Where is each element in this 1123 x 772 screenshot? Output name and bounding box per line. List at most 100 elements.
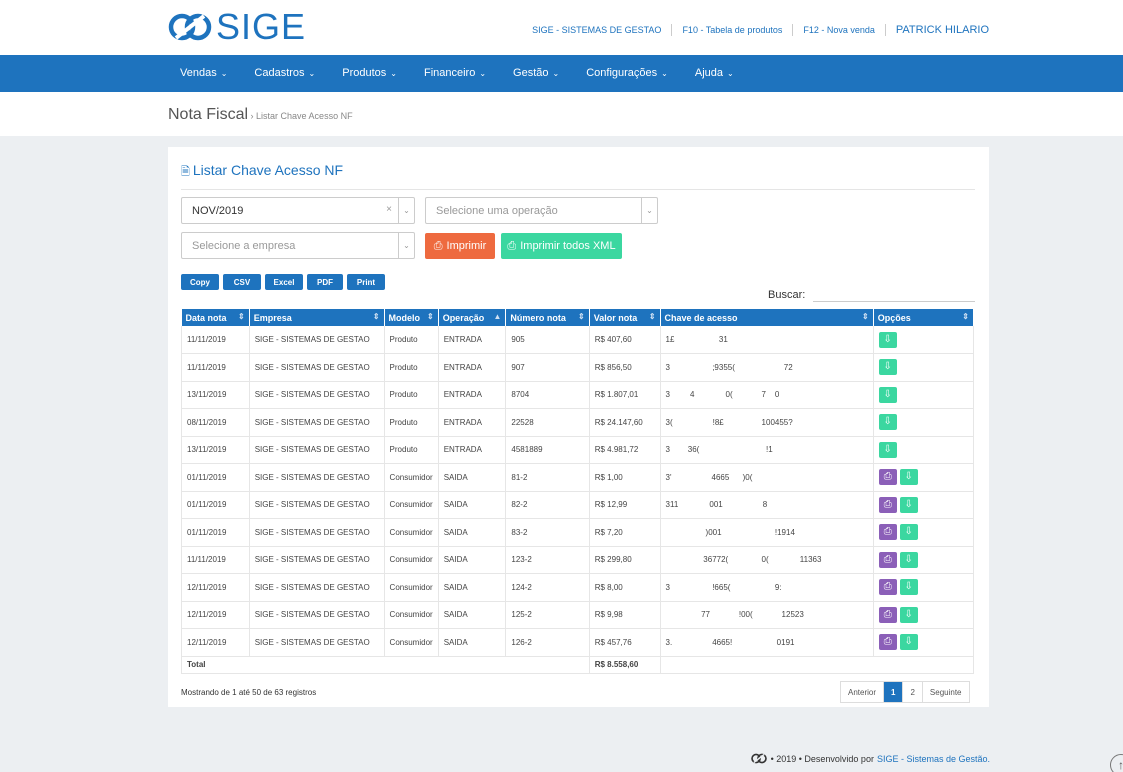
user-menu[interactable]: PATRICK HILARIO (896, 24, 989, 36)
document-icon: 🗎 (181, 166, 190, 178)
main-panel: 🗎 Listar Chave Acesso NF NOV/2019 × ⌄ Sel… (168, 147, 989, 707)
cell-data: 13/11/2019 (181, 436, 250, 464)
print-button[interactable]: ⎙ Imprimir (425, 233, 495, 259)
pager-page-1[interactable]: 1 (884, 682, 904, 702)
chevron-down-icon[interactable]: ⌄ (641, 198, 657, 223)
cell-numero: 8704 (505, 381, 590, 409)
cell-operacao: ENTRADA (438, 326, 507, 354)
cell-data: 12/11/2019 (181, 601, 250, 629)
f12-new-sale-link[interactable]: F12 - Nova venda (803, 25, 875, 35)
cell-operacao: SAIDA (438, 463, 507, 492)
nav-label: Cadastros (254, 67, 305, 79)
xml-download-icon[interactable]: ⇩ (878, 414, 897, 431)
chevron-down-icon[interactable]: ⌄ (398, 198, 414, 223)
cell-operacao: ENTRADA (438, 408, 507, 437)
print-label: Imprimir (446, 240, 487, 252)
sige-logo[interactable]: SIGE (168, 6, 306, 47)
company-link[interactable]: SIGE - SISTEMAS DE GESTAO (532, 25, 661, 35)
col-modelo[interactable]: Modelo ⇕ (384, 309, 439, 326)
pdf-icon[interactable]: ⎙ (878, 551, 897, 568)
arrow-up-icon: ↑ (1118, 758, 1123, 772)
col-chave-acesso[interactable]: Chave de acesso ⇕ (660, 309, 874, 326)
cell-chave: 3 36( !1 (660, 436, 874, 464)
pager-page-2[interactable]: 2 (903, 682, 923, 702)
col-operacao[interactable]: Operação ▲ (438, 309, 507, 326)
print-all-xml-button[interactable]: ⎙ Imprimir todos XML (501, 233, 622, 259)
cell-operacao: SAIDA (438, 546, 507, 574)
cell-modelo: Consumidor (384, 463, 439, 492)
pdf-icon[interactable]: ⎙ (878, 606, 897, 623)
excel-button[interactable]: Excel (265, 274, 303, 290)
cell-numero: 4581889 (505, 436, 590, 464)
nav-cadastros[interactable]: Cadastros ⌄ (254, 67, 315, 79)
period-select[interactable]: NOV/2019 × ⌄ (181, 197, 415, 224)
page-title: Nota Fiscal (168, 106, 249, 123)
print-table-button[interactable]: Print (347, 274, 385, 290)
pdf-button[interactable]: PDF (307, 274, 343, 290)
search-input[interactable] (813, 282, 975, 302)
table-row: 13/11/2019 SIGE - SISTEMAS DE GESTAO Produ… (181, 436, 975, 464)
cell-data: 08/11/2019 (181, 408, 250, 437)
f10-products-link[interactable]: F10 - Tabela de produtos (682, 25, 782, 35)
xml-download-icon[interactable]: ⇩ (899, 579, 918, 596)
xml-download-icon[interactable]: ⇩ (899, 496, 918, 513)
pdf-icon[interactable]: ⎙ (878, 496, 897, 513)
cell-opcoes: ⇩ (873, 326, 975, 354)
col-opcoes[interactable]: Opções ⇕ (873, 309, 975, 326)
pdf-icon[interactable]: ⎙ (878, 579, 897, 596)
xml-download-icon[interactable]: ⇩ (899, 551, 918, 568)
nav-configuracoes[interactable]: Configurações ⌄ (586, 67, 668, 79)
xml-download-icon[interactable]: ⇩ (899, 524, 918, 541)
cell-numero: 82-2 (505, 491, 590, 519)
col-valor-nota[interactable]: Valor nota ⇕ (589, 309, 661, 326)
col-numero-nota[interactable]: Número nota ⇕ (505, 309, 590, 326)
nav-financeiro[interactable]: Financeiro ⌄ (424, 67, 486, 79)
nav-produtos[interactable]: Produtos ⌄ (342, 67, 397, 79)
cell-operacao: SAIDA (438, 573, 507, 602)
pdf-icon[interactable]: ⎙ (878, 634, 897, 651)
operation-select[interactable]: Selecione uma operação ⌄ (425, 197, 658, 224)
nav-vendas[interactable]: Vendas ⌄ (180, 67, 227, 79)
company-select[interactable]: Selecione a empresa ⌄ (181, 232, 415, 259)
copy-button[interactable]: Copy (181, 274, 219, 290)
xml-download-icon[interactable]: ⇩ (878, 331, 897, 348)
clear-icon[interactable]: × (386, 204, 392, 215)
col-empresa[interactable]: Empresa ⇕ (249, 309, 385, 326)
col-label: Empresa (253, 312, 292, 323)
cell-valor: R$ 4.981,72 (589, 436, 661, 464)
cell-data: 01/11/2019 (181, 463, 250, 492)
divider (792, 24, 794, 36)
chevron-down-icon: ⌄ (220, 69, 228, 78)
nav-label: Vendas (180, 67, 217, 79)
xml-download-icon[interactable]: ⇩ (878, 386, 897, 403)
xml-download-icon[interactable]: ⇩ (899, 469, 918, 486)
xml-download-icon[interactable]: ⇩ (899, 634, 918, 651)
scroll-to-top-button[interactable]: ↑ (1110, 754, 1123, 772)
cell-modelo: Produto (384, 408, 439, 437)
cell-modelo: Consumidor (384, 601, 439, 629)
cell-chave: 36772( 0( 11363 (660, 546, 874, 574)
pager-previous[interactable]: Anterior (841, 682, 885, 702)
csv-button[interactable]: CSV (223, 274, 261, 290)
footer-brand-link[interactable]: SIGE - Sistemas de Gestão. (877, 754, 990, 764)
nav-ajuda[interactable]: Ajuda ⌄ (695, 67, 734, 79)
cell-valor: R$ 457,76 (589, 628, 661, 657)
cell-valor: R$ 9,98 (589, 601, 661, 629)
top-bar: SIGE SIGE - SISTEMAS DE GESTAO F10 - Tab… (0, 0, 1123, 55)
cell-data: 11/11/2019 (181, 546, 250, 574)
cell-opcoes: ⎙ ⇩ (873, 628, 975, 657)
chevron-down-icon[interactable]: ⌄ (398, 233, 414, 258)
print-all-label: Imprimir todos XML (520, 240, 616, 252)
col-data-nota[interactable]: Data nota ⇕ (181, 309, 250, 326)
xml-download-icon[interactable]: ⇩ (899, 606, 918, 623)
pdf-icon[interactable]: ⎙ (878, 524, 897, 541)
xml-download-icon[interactable]: ⇩ (878, 359, 897, 376)
xml-download-icon[interactable]: ⇩ (878, 441, 897, 458)
table-row: 12/11/2019 SIGE - SISTEMAS DE GESTAO Consu… (181, 601, 975, 629)
nav-gestao[interactable]: Gestão ⌄ (513, 67, 559, 79)
cell-modelo: Consumidor (384, 546, 439, 574)
pdf-icon[interactable]: ⎙ (878, 469, 897, 486)
pager-next[interactable]: Seguinte (923, 682, 969, 702)
printer-icon: ⎙ (507, 239, 517, 252)
cell-numero: 124-2 (505, 573, 590, 602)
